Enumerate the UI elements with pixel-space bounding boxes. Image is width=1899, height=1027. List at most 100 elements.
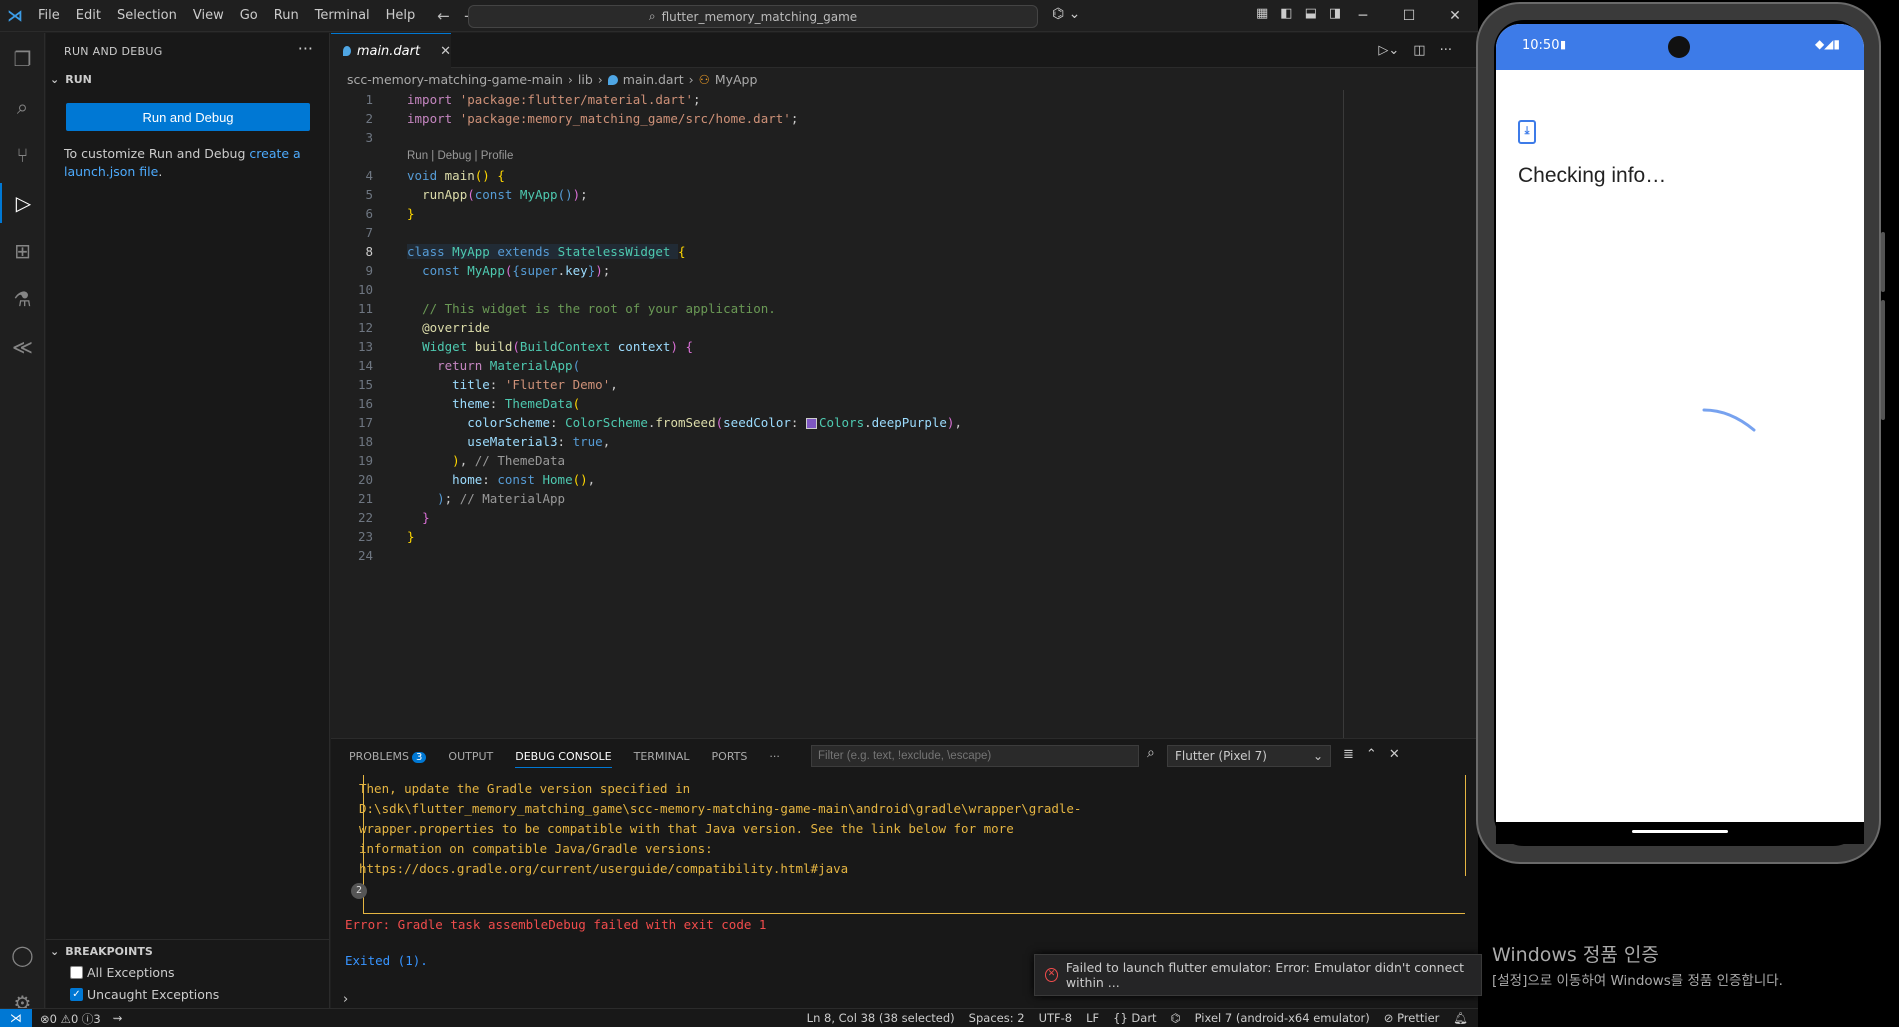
menu-help[interactable]: Help <box>378 0 424 32</box>
back-arrow-icon[interactable]: ← <box>437 7 450 25</box>
tab-terminal[interactable]: TERMINAL <box>634 750 690 763</box>
checkbox[interactable] <box>70 966 83 979</box>
menu-view[interactable]: View <box>185 0 232 32</box>
customize-text: To customize Run and Debug <box>64 146 246 161</box>
home-gesture-bar[interactable] <box>1632 830 1728 833</box>
breakpoint-uncaught-exceptions[interactable]: ✓ Uncaught Exceptions <box>70 987 219 1002</box>
tab-problems[interactable]: PROBLEMS 3 <box>349 750 427 763</box>
toggle-sidebar-icon[interactable]: ◧ <box>1280 6 1292 21</box>
encoding[interactable]: UTF-8 <box>1039 1011 1073 1025</box>
maximize-icon[interactable]: ☐ <box>1386 0 1432 32</box>
power-button[interactable] <box>1881 232 1885 292</box>
breakpoint-all-exceptions[interactable]: All Exceptions <box>70 965 175 980</box>
source-control-icon[interactable]: ⑂ <box>0 135 45 175</box>
copilot-icon[interactable]: ⌬ ⌄ <box>1052 6 1080 22</box>
error-icon: ⊗ <box>40 1012 50 1026</box>
error-circle-icon: ✕ <box>1045 968 1058 982</box>
run-debug-dropdown-icon[interactable]: ▷⌄ <box>1378 43 1399 58</box>
tab-output[interactable]: OUTPUT <box>448 750 493 763</box>
breadcrumb-folder[interactable]: scc-memory-matching-game-main <box>347 72 563 87</box>
status-left: ⊗0 ⚠0 ⓘ3 ⇝ <box>40 1011 122 1027</box>
debug-status-icon[interactable]: ⇝ <box>113 1011 123 1027</box>
vscode-window: ⋊ File Edit Selection View Go Run Termin… <box>0 0 1773 1027</box>
more-tabs-icon[interactable]: ··· <box>769 750 780 763</box>
close-window-icon[interactable]: ✕ <box>1432 0 1478 32</box>
cursor-position[interactable]: Ln 8, Col 38 (38 selected) <box>807 1011 955 1025</box>
sim-icon: ▮ <box>1560 38 1567 51</box>
menu-edit[interactable]: Edit <box>68 0 109 32</box>
emulator-screen[interactable]: 10:50 ▮ ◆◢▮ ⤓ Checking info… <box>1496 24 1864 822</box>
error-notification[interactable]: ✕ Failed to launch flutter emulator: Err… <box>1034 954 1482 996</box>
breadcrumb-symbol[interactable]: MyApp <box>715 72 758 87</box>
debug-console-output[interactable]: Then, update the Gradle version specifie… <box>345 779 1081 971</box>
line-number: 10 <box>357 282 373 297</box>
close-panel-icon[interactable]: ✕ <box>1389 747 1400 762</box>
debug-session-select[interactable]: Flutter (Pixel 7) ⌄ <box>1167 745 1331 767</box>
notifications-bell-icon[interactable]: 🔔︎ <box>1453 1011 1468 1025</box>
breadcrumb-file[interactable]: main.dart <box>623 72 684 87</box>
run-section-header[interactable]: ⌄ RUN <box>50 73 92 86</box>
volume-button[interactable] <box>1881 300 1885 420</box>
code-line: 3 <box>331 128 1331 147</box>
info-icon: ⓘ <box>81 1012 94 1026</box>
more-actions-icon[interactable]: ··· <box>298 39 313 58</box>
breakpoints-header[interactable]: ⌄ BREAKPOINTS <box>46 939 330 961</box>
menu-file[interactable]: File <box>30 0 68 32</box>
run-and-debug-button[interactable]: Run and Debug <box>66 103 310 131</box>
tab-debug-console[interactable]: DEBUG CONSOLE <box>515 745 612 768</box>
tab-ports[interactable]: PORTS <box>712 750 748 763</box>
flutter-icon[interactable]: ≪ <box>0 327 45 367</box>
console-line: https://docs.gradle.org/current/userguid… <box>359 861 849 876</box>
status-right: Ln 8, Col 38 (38 selected) Spaces: 2 UTF… <box>807 1011 1468 1025</box>
code-text: @override <box>422 320 490 335</box>
split-editor-icon[interactable]: ◫ <box>1413 43 1425 58</box>
close-tab-icon[interactable]: ✕ <box>440 44 451 59</box>
toggle-panel-icon[interactable]: ⬓ <box>1305 6 1317 21</box>
language-mode[interactable]: {} Dart <box>1113 1011 1156 1025</box>
explorer-icon[interactable]: ❐ <box>0 39 45 79</box>
menu-run[interactable]: Run <box>266 0 307 32</box>
minimize-icon[interactable]: ─ <box>1340 0 1386 32</box>
code-lens[interactable]: Run | Debug | Profile <box>331 147 1331 166</box>
checkbox[interactable]: ✓ <box>70 988 83 1001</box>
menu-terminal[interactable]: Terminal <box>307 0 378 32</box>
repeat-count-badge: 2 <box>351 883 367 899</box>
class-symbol-icon: ⚇ <box>698 72 710 87</box>
customize-layout-icon[interactable]: ▦ <box>1256 6 1268 21</box>
code-editor[interactable]: 1 import 'package:flutter/material.dart';… <box>331 90 1331 565</box>
run-debug-icon[interactable]: ▷ <box>0 183 45 223</box>
tab-main-dart[interactable]: main.dart ✕ <box>331 33 451 68</box>
menu-go[interactable]: Go <box>232 0 266 32</box>
console-filter-input[interactable] <box>811 745 1139 767</box>
line-number: 19 <box>357 453 373 468</box>
code-line: 2 import 'package:memory_matching_game/sr… <box>331 109 1331 128</box>
line-number: 11 <box>357 301 373 316</box>
command-center-search[interactable]: ⌕ flutter_memory_matching_game <box>468 5 1038 28</box>
device-selector[interactable]: Pixel 7 (android-x64 emulator) <box>1195 1011 1370 1025</box>
remote-icon[interactable]: ⋊ <box>0 1009 32 1027</box>
maximize-panel-icon[interactable]: ⌃ <box>1366 747 1377 762</box>
indentation[interactable]: Spaces: 2 <box>969 1011 1025 1025</box>
clear-console-icon[interactable]: ≣ <box>1343 747 1354 762</box>
problems-status[interactable]: ⊗0 ⚠0 ⓘ3 <box>40 1011 101 1027</box>
menu-selection[interactable]: Selection <box>109 0 185 32</box>
console-input-chevron-icon[interactable]: › <box>343 992 348 1007</box>
line-number: 5 <box>365 187 373 202</box>
dart-file-icon <box>607 74 618 85</box>
notification-message: Failed to launch flutter emulator: Error… <box>1065 960 1465 990</box>
breadcrumb-lib[interactable]: lib <box>578 72 593 87</box>
search-view-icon[interactable]: ⌕ <box>0 87 45 127</box>
more-editor-actions-icon[interactable]: ··· <box>1440 43 1452 58</box>
testing-icon[interactable]: ⚗ <box>0 279 45 319</box>
account-icon[interactable]: ◯ <box>0 935 45 975</box>
copilot-status-icon[interactable]: ⌬ <box>1171 1011 1181 1025</box>
code-line: 4 void main() { <box>331 166 1331 185</box>
breadcrumb: scc-memory-matching-game-main › lib › main… <box>347 72 757 87</box>
extensions-icon[interactable]: ⊞ <box>0 231 45 271</box>
line-number: 24 <box>357 548 373 563</box>
line-number: 7 <box>365 225 373 240</box>
eol[interactable]: LF <box>1086 1011 1099 1025</box>
prettier-status[interactable]: ⊘ Prettier <box>1384 1011 1440 1025</box>
color-swatch-icon[interactable] <box>805 418 817 429</box>
